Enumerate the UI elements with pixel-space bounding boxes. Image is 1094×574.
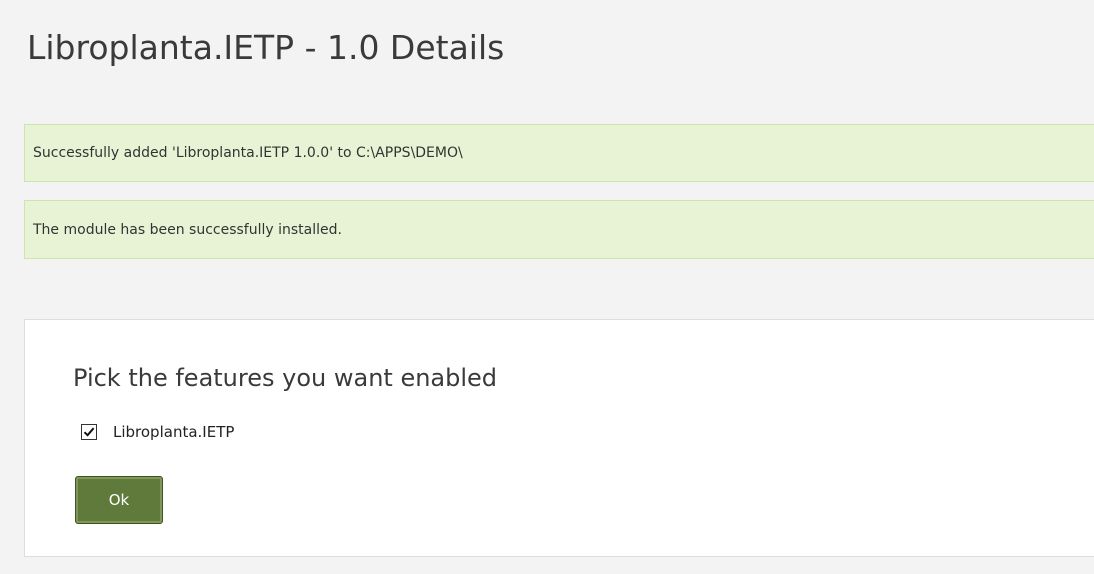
features-heading: Pick the features you want enabled [73,364,498,392]
page: Libroplanta.IETP - 1.0 Details Successfu… [0,0,1094,574]
alert-message: The module has been successfully install… [33,221,342,238]
features-panel: Pick the features you want enabled Libro… [24,319,1094,557]
feature-label: Libroplanta.IETP [113,423,235,441]
feature-checkbox[interactable] [81,424,97,440]
page-title: Libroplanta.IETP - 1.0 Details [27,28,505,67]
checkmark-icon [83,427,95,437]
alert-message: Successfully added 'Libroplanta.IETP 1.0… [33,145,463,161]
feature-row-libroplanta-ietp[interactable]: Libroplanta.IETP [81,420,234,444]
ok-button[interactable]: Ok [75,476,163,524]
success-alert-added: Successfully added 'Libroplanta.IETP 1.0… [24,124,1094,182]
success-alert-installed: The module has been successfully install… [24,200,1094,259]
